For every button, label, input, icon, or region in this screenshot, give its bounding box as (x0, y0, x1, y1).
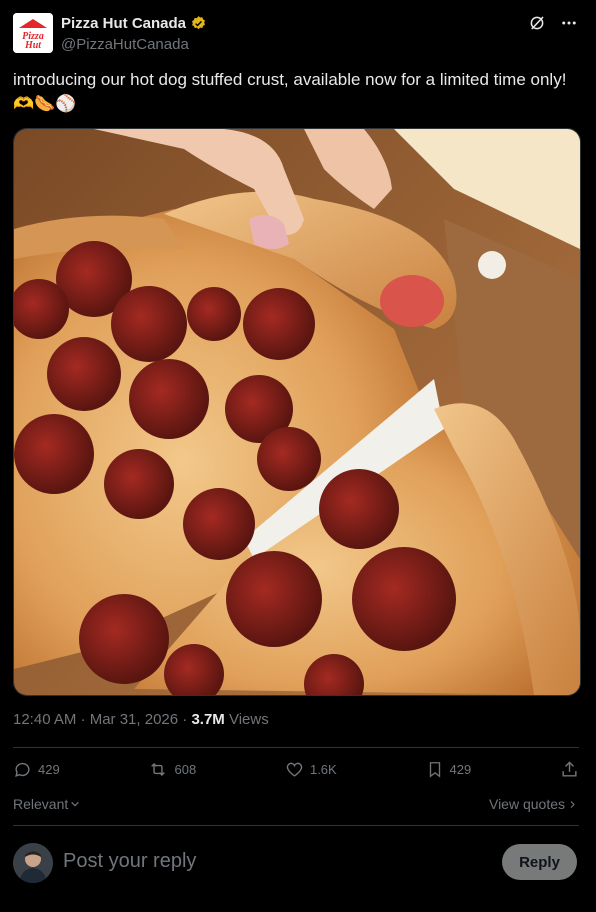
divider (13, 747, 579, 748)
reply-action[interactable]: 429 (13, 760, 60, 779)
pizza-hut-logo: Pizza Hut (13, 13, 53, 53)
sort-dropdown[interactable]: Relevant (13, 796, 80, 812)
views-label: Views (224, 711, 269, 728)
like-action[interactable]: 1.6K (285, 760, 337, 779)
repost-action[interactable]: 608 (148, 760, 196, 779)
bookmark-action[interactable]: 429 (426, 760, 472, 779)
views-count: 3.7M (191, 711, 225, 728)
header-actions (528, 14, 578, 32)
user-photo (13, 843, 53, 883)
tweet-image[interactable] (13, 128, 581, 696)
view-quotes-label: View quotes (488, 796, 565, 812)
author-name[interactable]: Pizza Hut Canada (61, 15, 186, 32)
like-count: 1.6K (309, 762, 337, 777)
current-user-avatar[interactable] (13, 843, 53, 883)
bookmark-icon (429, 762, 440, 778)
author-name-row[interactable]: Pizza Hut Canada (61, 15, 207, 32)
timestamp[interactable]: 12:40 AM · Mar 31, 2026 · (13, 711, 191, 728)
sort-label: Relevant (13, 796, 69, 812)
repost-count: 608 (174, 762, 197, 777)
reply-input[interactable]: Post your reply (63, 850, 196, 873)
share-action[interactable] (560, 760, 579, 779)
heart-icon (286, 762, 303, 777)
reply-icon (15, 762, 30, 777)
author-avatar[interactable]: Pizza Hut (13, 13, 53, 53)
divider (13, 825, 579, 826)
tweet-text: introducing our hot dog stuffed crust, a… (13, 70, 567, 113)
author-handle[interactable]: @PizzaHutCanada (61, 36, 189, 53)
share-icon (562, 761, 577, 777)
pizza-photo (14, 129, 580, 695)
verified-badge-icon (192, 16, 205, 30)
bookmark-count: 429 (449, 762, 472, 777)
action-bar: 429 608 1.6K 429 (13, 760, 579, 779)
view-quotes-link[interactable]: View quotes (489, 796, 577, 812)
more-icon[interactable] (560, 14, 578, 32)
grok-icon[interactable] (528, 14, 546, 32)
chevron-right-icon (570, 800, 575, 808)
svg-text:Hut: Hut (24, 40, 42, 51)
chevron-down-icon (71, 801, 80, 807)
reply-button[interactable]: Reply (502, 844, 577, 880)
reply-count: 429 (38, 762, 60, 777)
tweet-meta: 12:40 AM · Mar 31, 2026 · 3.7M Views (13, 711, 269, 728)
repost-icon (151, 762, 166, 777)
